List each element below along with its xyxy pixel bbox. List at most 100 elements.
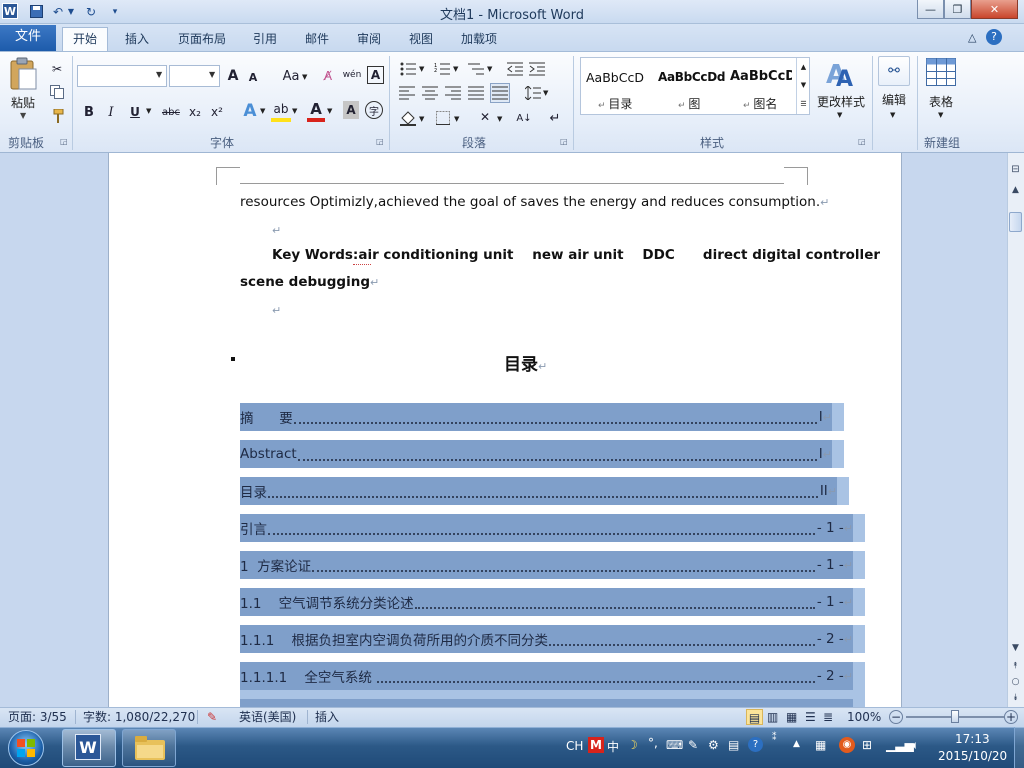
change-styles-button[interactable]: 更改样式 (817, 93, 865, 110)
tab-review[interactable]: 审阅 (348, 28, 390, 50)
subscript-button[interactable]: x₂ (186, 102, 204, 122)
toc-entry[interactable]: 摘 要 I ↵ (240, 403, 832, 431)
tab-page-layout[interactable]: 页面布局 (170, 28, 234, 50)
vertical-scrollbar[interactable] (1007, 153, 1024, 707)
distributed-icon[interactable] (490, 83, 510, 103)
tab-file[interactable]: 文件 (0, 25, 56, 51)
table-button[interactable]: 表格 (929, 93, 953, 110)
insert-mode[interactable]: 插入 (315, 709, 339, 725)
toc-entry[interactable]: 1.1 空气调节系统分类论述 - 1 - ↵ (240, 588, 853, 616)
format-painter-icon[interactable] (48, 108, 66, 124)
tab-home[interactable]: 开始 (62, 27, 108, 51)
show-desktop-button[interactable] (1014, 727, 1024, 768)
tab-addins[interactable]: 加载项 (452, 28, 506, 50)
proofing-icon[interactable]: ✎ (207, 709, 217, 725)
chevron-down-icon[interactable]: ▼ (419, 65, 424, 73)
scroll-down-icon[interactable]: ▼ (1008, 640, 1023, 655)
italic-button[interactable]: I (102, 102, 120, 122)
increase-indent-icon[interactable] (528, 60, 546, 78)
select-browse-object-icon[interactable]: ○ (1008, 674, 1023, 689)
strikethrough-button[interactable]: abc (160, 102, 182, 122)
multilevel-list-icon[interactable] (466, 60, 486, 78)
chevron-down-icon[interactable]: ▼ (260, 107, 265, 115)
highlight-icon[interactable]: ab (271, 100, 291, 122)
align-left-icon[interactable] (398, 84, 416, 102)
chevron-down-icon[interactable]: ▼ (543, 89, 548, 97)
zoom-out-icon[interactable]: − (889, 710, 903, 724)
chevron-down-icon[interactable]: ▼ (327, 107, 332, 115)
ime-help-icon[interactable]: ? (748, 737, 763, 752)
bullets-icon[interactable] (398, 60, 418, 78)
table-icon[interactable] (926, 58, 956, 86)
grow-font-button[interactable]: A (225, 66, 241, 86)
web-layout-icon[interactable]: ▦ (786, 709, 797, 725)
text-effects-icon[interactable]: A (240, 100, 260, 122)
toc-entry[interactable]: 1.1.1 根据负担室内空调负荷所用的介质不同分类 - 2 - ↵ (240, 625, 853, 653)
character-border-button[interactable]: A (367, 66, 384, 84)
next-page-icon[interactable]: ⯯ (1008, 690, 1023, 705)
change-styles-icon[interactable]: AA (826, 57, 856, 92)
styles-scroll-up-icon[interactable]: ▲ (796, 58, 810, 76)
toc-entry[interactable]: 目录 II ↵ (240, 477, 837, 505)
signal-icon[interactable]: ▁▃▅ (886, 738, 914, 752)
draft-icon[interactable]: ≣ (823, 709, 833, 725)
chevron-down-icon[interactable]: ▼ (419, 115, 424, 123)
toc-entry[interactable]: 引言 - 1 - ↵ (240, 514, 853, 542)
sort-icon[interactable]: A↓ (513, 107, 535, 129)
line-spacing-icon[interactable] (524, 84, 542, 102)
clipboard-launcher-icon[interactable]: ◲ (60, 137, 68, 146)
view-ruler-icon[interactable]: ⊟ (1008, 162, 1023, 177)
zoom-slider-thumb[interactable] (951, 710, 959, 723)
shrink-font-button[interactable]: A (246, 68, 260, 86)
decrease-indent-icon[interactable] (506, 60, 524, 78)
tab-mailings[interactable]: 邮件 (296, 28, 338, 50)
zoom-in-icon[interactable]: + (1004, 710, 1018, 724)
ime-tool-icon[interactable]: ✎ (688, 738, 698, 752)
tab-insert[interactable]: 插入 (116, 28, 158, 50)
punctuation-icon[interactable]: °, (648, 736, 658, 750)
ime-skin-icon[interactable]: ⚙ (708, 738, 719, 752)
tab-view[interactable]: 视图 (400, 28, 442, 50)
change-case-button[interactable]: Aa (280, 66, 302, 86)
help-icon[interactable]: ? (986, 29, 1002, 45)
underline-button[interactable]: U (126, 102, 144, 122)
styles-launcher-icon[interactable]: ◲ (858, 137, 866, 146)
windows-flag-icon[interactable]: ⊞ (862, 738, 872, 752)
toc-entry[interactable]: 1 方案论证 - 1 - ↵ (240, 551, 853, 579)
ime-options-icon[interactable]: ⁑ (772, 733, 777, 743)
chevron-down-icon[interactable]: ▼ (302, 73, 307, 81)
paste-dropdown-icon[interactable]: ▼ (20, 111, 26, 120)
half-width-icon[interactable]: ☽ (627, 738, 638, 752)
chevron-down-icon[interactable]: ▼ (487, 65, 492, 73)
page-count[interactable]: 页面: 3/55 (8, 709, 67, 725)
font-color-icon[interactable]: A (307, 100, 325, 122)
soft-keyboard-icon[interactable]: ⌨ (666, 738, 683, 752)
styles-scroll-down-icon[interactable]: ▼ (796, 76, 810, 94)
show-hidden-icons[interactable]: ▲ (793, 739, 800, 749)
scroll-up-icon[interactable]: ▲ (1008, 182, 1023, 197)
enclose-characters-icon[interactable]: 字 (365, 101, 383, 119)
paragraph-launcher-icon[interactable]: ◲ (560, 137, 568, 146)
shading-icon[interactable] (398, 108, 418, 128)
bold-button[interactable]: B (80, 102, 98, 122)
chevron-down-icon[interactable]: ▼ (292, 107, 297, 115)
ime-menu-icon[interactable]: ▤ (728, 738, 739, 752)
ime-logo-icon[interactable]: M (588, 737, 604, 753)
cut-icon[interactable]: ✂ (48, 61, 66, 77)
outline-icon[interactable]: ☰ (805, 709, 816, 725)
toc-entry[interactable]: 1.1.1.1 全空气系统 - 2 - ↵ (240, 662, 853, 690)
superscript-button[interactable]: x² (208, 102, 226, 122)
close-button[interactable]: ✕ (971, 0, 1018, 19)
chevron-down-icon[interactable]: ▼ (209, 70, 215, 79)
chevron-down-icon[interactable]: ▼ (146, 107, 151, 115)
paste-button[interactable]: 粘贴 (11, 94, 35, 111)
security-icon[interactable]: ◉ (839, 737, 855, 753)
font-launcher-icon[interactable]: ◲ (376, 137, 384, 146)
minimize-ribbon-icon[interactable]: △ (968, 31, 976, 44)
show-marks-icon[interactable]: ↵ (545, 107, 565, 129)
chevron-down-icon[interactable]: ▼ (837, 111, 842, 119)
word-count[interactable]: 字数: 1,080/22,270 (83, 709, 195, 725)
ime-indicator[interactable]: CH (566, 739, 583, 753)
chevron-down-icon[interactable]: ▼ (890, 111, 895, 119)
align-right-icon[interactable] (444, 84, 462, 102)
